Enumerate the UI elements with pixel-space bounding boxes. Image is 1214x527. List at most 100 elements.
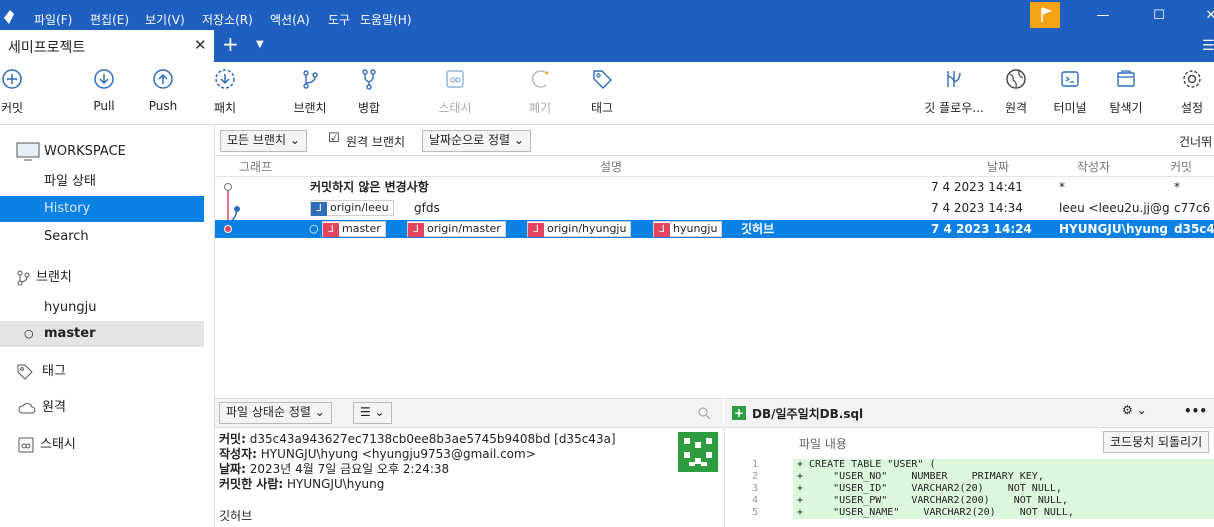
monitor-icon [16, 142, 40, 161]
maximize-button[interactable]: ☐ [1136, 0, 1182, 30]
sidebar-item-search[interactable]: Search [0, 224, 204, 250]
branches-header[interactable]: 브랜치 [6, 265, 204, 291]
line-code: + CREATE TABLE "USER" ( [793, 459, 1214, 471]
close-window-button[interactable]: ✕ [1188, 0, 1214, 30]
author-label: 작성자: [219, 447, 257, 461]
branch-icon: ⅃ [408, 223, 424, 237]
avatar [678, 432, 718, 472]
head-marker-icon: ○ [309, 222, 319, 235]
tab-dropdown-icon[interactable]: ▼ [256, 39, 264, 50]
tab-bar: 세미프로젝트 ✕ + ▼ ☰ [0, 30, 1214, 62]
line-number: 2 [751, 471, 759, 482]
sidebar-item-history[interactable]: History [0, 196, 204, 222]
table-row-selected[interactable]: ○ ⅃ master ⅃ origin/master ⅃ origin/hyungju… [215, 220, 1214, 238]
gear-icon [1183, 70, 1201, 88]
column-date[interactable]: 날짜 [987, 158, 1009, 175]
committer-value: HYUNGJU\hyung [287, 477, 385, 491]
remote-branch-checkbox[interactable]: ☑ [328, 131, 340, 146]
menu-tools[interactable]: 도구 [328, 11, 350, 28]
sidebar-item-branch-hyungju[interactable]: hyungju [0, 295, 204, 321]
menu-help[interactable]: 도움말(H) [360, 11, 412, 28]
file-sort-dropdown[interactable]: 파일 상태순 정렬 ⌄ [219, 402, 332, 424]
commit-node-icon [234, 206, 240, 212]
tab-close-icon[interactable]: ✕ [194, 36, 207, 54]
table-row[interactable]: 커밋하지 않은 변경사항 7 4 2023 14:41 * * [215, 178, 1214, 196]
diff-options-dropdown[interactable]: ⚙ ⌄ [1122, 403, 1147, 417]
cloud-icon [18, 403, 36, 414]
remote-label: 원격 [1004, 101, 1028, 115]
add-tab-button[interactable]: + [222, 32, 239, 56]
minimize-button[interactable]: — [1080, 0, 1126, 30]
discard-button[interactable]: 폐기 [510, 68, 570, 116]
column-graph[interactable]: 그래프 [239, 158, 272, 175]
more-options-button[interactable]: ••• [1184, 404, 1207, 418]
branch-filter-dropdown[interactable]: 모든 브랜치 ⌄ [220, 130, 307, 152]
git-flow-button[interactable]: 깃 플로우... [924, 68, 984, 116]
remote-button[interactable]: 원격 [986, 68, 1046, 116]
flag-icon[interactable] [1030, 2, 1060, 28]
commit-description: gfds [414, 201, 440, 215]
globe-icon [1006, 69, 1026, 89]
terminal-button[interactable]: 터미널 [1040, 68, 1100, 116]
view-mode-dropdown[interactable]: ☰ ⌄ [353, 402, 392, 424]
menu-file[interactable]: 파일(F) [34, 11, 72, 28]
menu-actions[interactable]: 액션(A) [270, 11, 310, 28]
branch-tag-hyungju[interactable]: ⅃ hyungju [653, 221, 723, 237]
app-logo-icon [4, 10, 14, 24]
stash-label: 스태시 [438, 101, 472, 115]
commit-table-header: 그래프 설명 날짜 작성자 커밋 [215, 156, 1214, 177]
toolbar: 커밋 Pull Push 패치 브랜치 병합 스태시 폐기 태그 깃 플로우..… [0, 62, 1214, 125]
column-description[interactable]: 설명 [600, 158, 622, 175]
column-commit[interactable]: 커밋 [1170, 158, 1192, 175]
remote-branch-tag[interactable]: ⅃ origin/master [407, 221, 506, 237]
stash-button[interactable]: 스태시 [425, 68, 485, 116]
commit-id-value[interactable]: d35c43a943627ec7138cb0ee8b3ae5745b9408bd… [250, 432, 616, 446]
line-code: + "USER_PW" VARCHAR2(200) NOT NULL, [793, 495, 1214, 507]
tab-semi-project[interactable]: 세미프로젝트 ✕ [0, 30, 214, 62]
push-button[interactable]: Push [133, 68, 193, 113]
settings-button[interactable]: 설정 [1162, 68, 1214, 116]
tags-header[interactable]: 태그 [6, 359, 204, 385]
merge-button[interactable]: 병합 [339, 68, 399, 116]
committer-label: 커밋한 사람: [219, 477, 284, 491]
stashes-header[interactable]: 스태시 [6, 432, 204, 458]
menu-edit[interactable]: 편집(E) [90, 11, 129, 28]
date-label: 날짜: [219, 462, 246, 476]
pull-button[interactable]: Pull [74, 68, 134, 113]
menu-repository[interactable]: 저장소(R) [202, 11, 253, 28]
detail-toolbar: 파일 상태순 정렬 ⌄ ☰ ⌄ [215, 398, 723, 428]
remote-branch-tag[interactable]: ⅃ origin/leeu [310, 200, 394, 216]
remote-branch-tag[interactable]: ⅃ origin/hyungju [527, 221, 632, 237]
column-author[interactable]: 작성자 [1077, 158, 1110, 175]
fetch-button[interactable]: 패치 [195, 68, 255, 116]
line-code: + "USER_ID" VARCHAR2(20) NOT NULL, [793, 483, 1214, 495]
commit-message: 깃허브 [219, 509, 253, 523]
committer-line: 커밋한 사람: HYUNGJU\hyung [219, 475, 384, 492]
remotes-header[interactable]: 원격 [6, 395, 204, 421]
explorer-button[interactable]: 탐색기 [1096, 68, 1156, 116]
tag-label: hyungju [673, 222, 718, 235]
revert-hunk-button[interactable]: 코드뭉치 되돌리기 [1103, 431, 1210, 453]
diff-toolbar: + DB/일주일치DB.sql ⚙ ⌄ ••• [724, 398, 1214, 428]
tag-button[interactable]: 태그 [572, 68, 632, 116]
table-row[interactable]: ⅃ origin/leeu gfds 7 4 2023 14:34 leeu <l… [215, 199, 1214, 217]
merge-label: 병합 [357, 101, 381, 115]
search-icon[interactable] [697, 406, 711, 420]
diff-line: 2 + "USER_NO" NUMBER PRIMARY KEY, [725, 471, 1214, 483]
current-branch-icon: ○ [24, 327, 34, 340]
diff-line: 1 + CREATE TABLE "USER" ( [725, 459, 1214, 471]
jump-to-label[interactable]: 건너뛰 [1179, 133, 1212, 150]
workspace-header[interactable]: WORKSPACE [14, 139, 204, 165]
commit-button[interactable]: 커밋 [0, 68, 42, 116]
fetch-icon [215, 69, 235, 89]
sidebar-item-file-status[interactable]: 파일 상태 [0, 169, 204, 195]
sidebar-item-label: hyungju [44, 300, 97, 315]
line-code: + "USER_NO" NUMBER PRIMARY KEY, [793, 471, 1214, 483]
menu-view[interactable]: 보기(V) [145, 11, 185, 28]
sort-dropdown[interactable]: 날짜순으로 정렬 ⌄ [422, 130, 531, 152]
branch-tag-master[interactable]: ⅃ master [322, 221, 386, 237]
side-menu-icon[interactable]: ☰ [1202, 38, 1214, 54]
tag-label: origin/leeu [330, 201, 389, 214]
sidebar-item-branch-master[interactable]: ○ master [0, 321, 204, 347]
branch-button[interactable]: 브랜치 [280, 68, 340, 116]
